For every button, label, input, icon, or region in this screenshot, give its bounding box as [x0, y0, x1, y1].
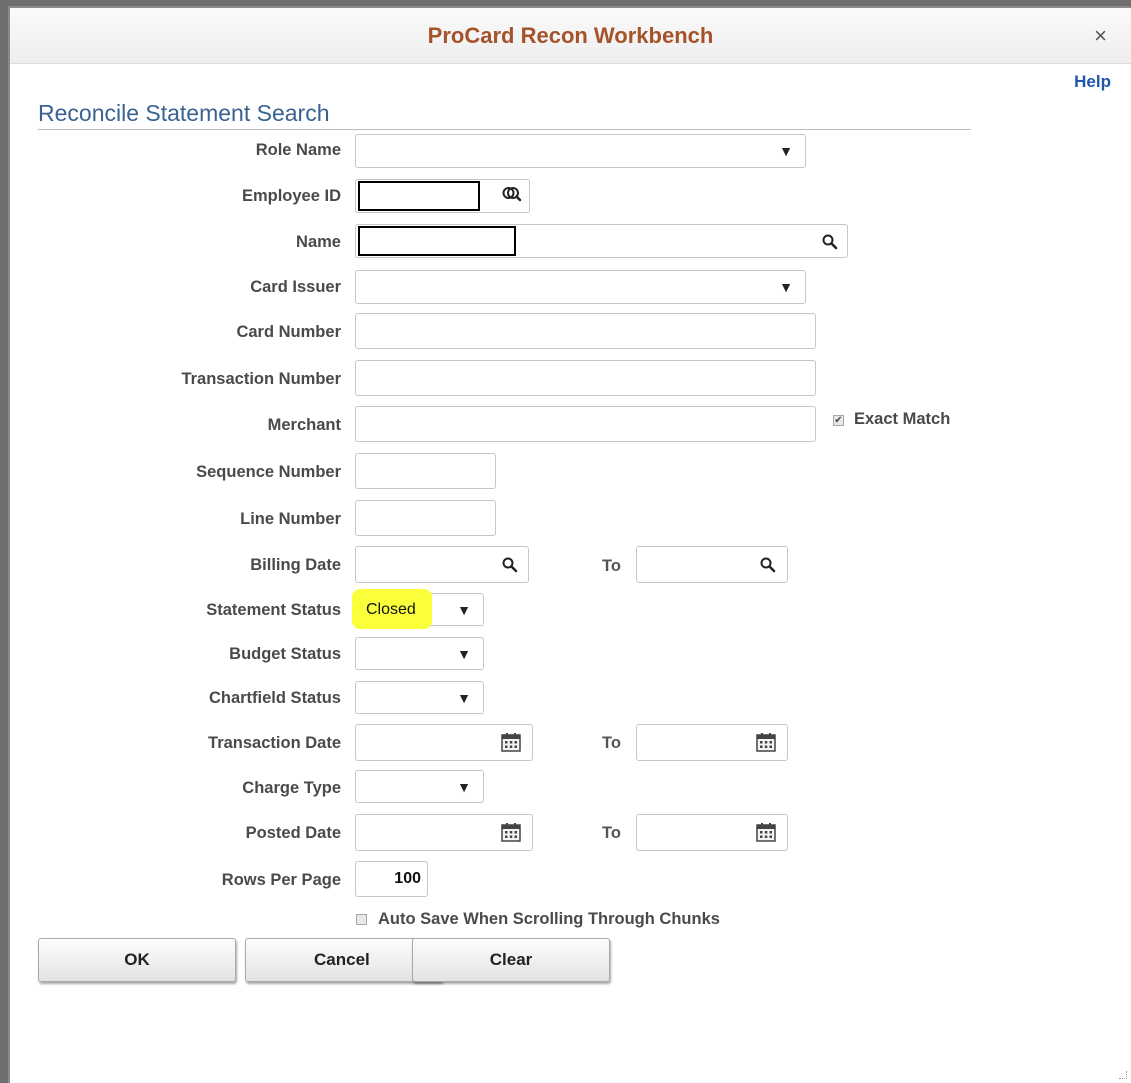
- resize-handle[interactable]: [1119, 1071, 1127, 1079]
- role-name-select[interactable]: ▼: [355, 134, 806, 168]
- dropdown-arrow-icon: ▼: [779, 143, 793, 159]
- rows-per-page-label: Rows Per Page: [221, 871, 341, 889]
- statement-status-select[interactable]: Closed ▼: [352, 589, 484, 629]
- section-divider: [38, 129, 971, 130]
- transaction-number-input[interactable]: [355, 360, 816, 396]
- exact-match-label: Exact Match: [854, 410, 951, 428]
- section-title: Reconcile Statement Search: [38, 100, 330, 126]
- search-icon[interactable]: [822, 234, 838, 250]
- merchant-label: Merchant: [267, 416, 341, 434]
- search-icon[interactable]: [760, 557, 776, 573]
- check-icon: ✔: [834, 415, 843, 426]
- statement-status-label: Statement Status: [206, 601, 341, 619]
- calendar-icon[interactable]: [500, 731, 522, 753]
- billing-date-to-label: To: [602, 557, 621, 575]
- calendar-icon[interactable]: [755, 821, 777, 843]
- name-label: Name: [296, 233, 341, 251]
- dialog-window: ProCard Recon Workbench × Help Reconcile…: [8, 6, 1131, 1083]
- ok-button[interactable]: OK: [38, 938, 236, 982]
- role-name-label: Role Name: [255, 141, 341, 159]
- dropdown-arrow-icon: ▼: [779, 279, 793, 295]
- redaction-box: [358, 226, 516, 256]
- chartfield-status-select[interactable]: ▼: [355, 681, 484, 714]
- chartfield-status-label: Chartfield Status: [208, 689, 341, 707]
- merchant-input[interactable]: [355, 406, 816, 442]
- transaction-date-label: Transaction Date: [208, 734, 341, 752]
- charge-type-label: Charge Type: [242, 779, 341, 797]
- line-number-label: Line Number: [240, 510, 341, 528]
- budget-status-select[interactable]: ▼: [355, 637, 484, 670]
- transaction-date-to-label: To: [602, 734, 621, 752]
- help-link[interactable]: Help: [1074, 72, 1111, 92]
- lookup-icon[interactable]: [501, 185, 523, 205]
- clear-button[interactable]: Clear: [412, 938, 610, 982]
- rows-per-page-input[interactable]: 100: [355, 861, 428, 897]
- dropdown-arrow-icon: ▼: [457, 689, 471, 706]
- posted-date-to-label: To: [602, 824, 621, 842]
- exact-match-checkbox[interactable]: ✔: [833, 415, 844, 426]
- calendar-icon[interactable]: [500, 821, 522, 843]
- card-number-input[interactable]: [355, 313, 816, 349]
- line-number-input[interactable]: [355, 500, 496, 536]
- dropdown-arrow-icon: ▼: [457, 601, 471, 618]
- sequence-number-input[interactable]: [355, 453, 496, 489]
- statement-status-value: Closed: [366, 601, 416, 618]
- auto-save-checkbox[interactable]: [356, 914, 367, 925]
- close-icon[interactable]: ×: [1094, 25, 1107, 47]
- posted-date-label: Posted Date: [245, 824, 341, 842]
- dropdown-arrow-icon: ▼: [457, 778, 471, 795]
- dropdown-arrow-icon: ▼: [457, 645, 471, 662]
- auto-save-label: Auto Save When Scrolling Through Chunks: [378, 910, 720, 928]
- rows-per-page-value: 100: [394, 870, 421, 887]
- card-issuer-label: Card Issuer: [250, 278, 341, 296]
- budget-status-label: Budget Status: [229, 645, 341, 663]
- dialog-title: ProCard Recon Workbench: [427, 23, 714, 48]
- charge-type-select[interactable]: ▼: [355, 770, 484, 803]
- title-bar: ProCard Recon Workbench ×: [10, 8, 1131, 64]
- card-issuer-select[interactable]: ▼: [355, 270, 806, 304]
- employee-id-label: Employee ID: [241, 187, 341, 205]
- billing-date-label: Billing Date: [250, 556, 341, 574]
- transaction-number-label: Transaction Number: [181, 370, 341, 388]
- redaction-box: [358, 181, 480, 211]
- search-icon[interactable]: [502, 557, 518, 573]
- sequence-number-label: Sequence Number: [196, 463, 341, 481]
- calendar-icon[interactable]: [755, 731, 777, 753]
- card-number-label: Card Number: [236, 323, 341, 341]
